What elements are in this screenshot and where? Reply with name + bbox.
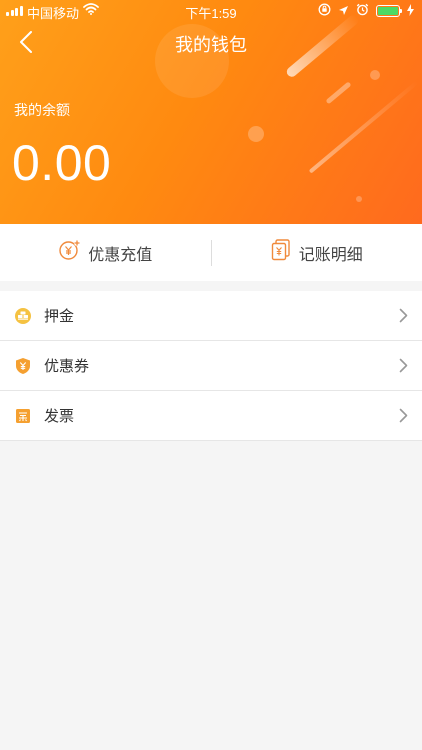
- menu-item-label: 优惠券: [44, 358, 90, 375]
- decorative-streak: [325, 81, 352, 105]
- decorative-dot: [356, 196, 362, 202]
- coupon-recharge-label: 优惠充值: [88, 246, 153, 264]
- battery-icon: [376, 5, 402, 17]
- wallet-menu-list: 押金 优惠券 发票: [0, 291, 422, 441]
- decorative-dot: [370, 70, 380, 80]
- coupon-icon: [14, 357, 32, 375]
- wallet-action-bar: 优惠充值 记账明细: [0, 224, 422, 281]
- balance-value: 0.00: [12, 135, 112, 191]
- chevron-right-icon: [399, 408, 408, 428]
- bill-details-icon: [271, 239, 291, 266]
- coupon-recharge-icon: [58, 239, 81, 266]
- coupon-recharge-button[interactable]: 优惠充值: [0, 224, 211, 281]
- invoice-icon: [14, 407, 32, 425]
- charging-icon: [407, 3, 414, 19]
- decorative-dot: [248, 126, 264, 142]
- bill-details-label: 记账明细: [298, 246, 363, 264]
- chevron-right-icon: [399, 308, 408, 328]
- decorative-streak: [308, 80, 419, 174]
- menu-item-invoice[interactable]: 发票: [0, 391, 422, 441]
- alarm-icon: [356, 3, 369, 19]
- deposit-icon: [14, 307, 32, 325]
- balance-label: 我的余额: [14, 102, 70, 118]
- status-bar: 中国移动 下午1:59: [0, 0, 422, 22]
- orientation-lock-icon: [318, 3, 331, 19]
- page-title: 我的钱包: [175, 35, 247, 55]
- wallet-header: 中国移动 下午1:59 我的钱包 我的余额 0.00: [0, 0, 422, 224]
- menu-item-coupon[interactable]: 优惠券: [0, 341, 422, 391]
- menu-item-deposit[interactable]: 押金: [0, 291, 422, 341]
- chevron-right-icon: [399, 358, 408, 378]
- menu-item-label: 押金: [44, 308, 75, 325]
- bill-details-button[interactable]: 记账明细: [212, 224, 422, 281]
- menu-item-label: 发票: [44, 408, 75, 425]
- location-icon: [338, 4, 349, 19]
